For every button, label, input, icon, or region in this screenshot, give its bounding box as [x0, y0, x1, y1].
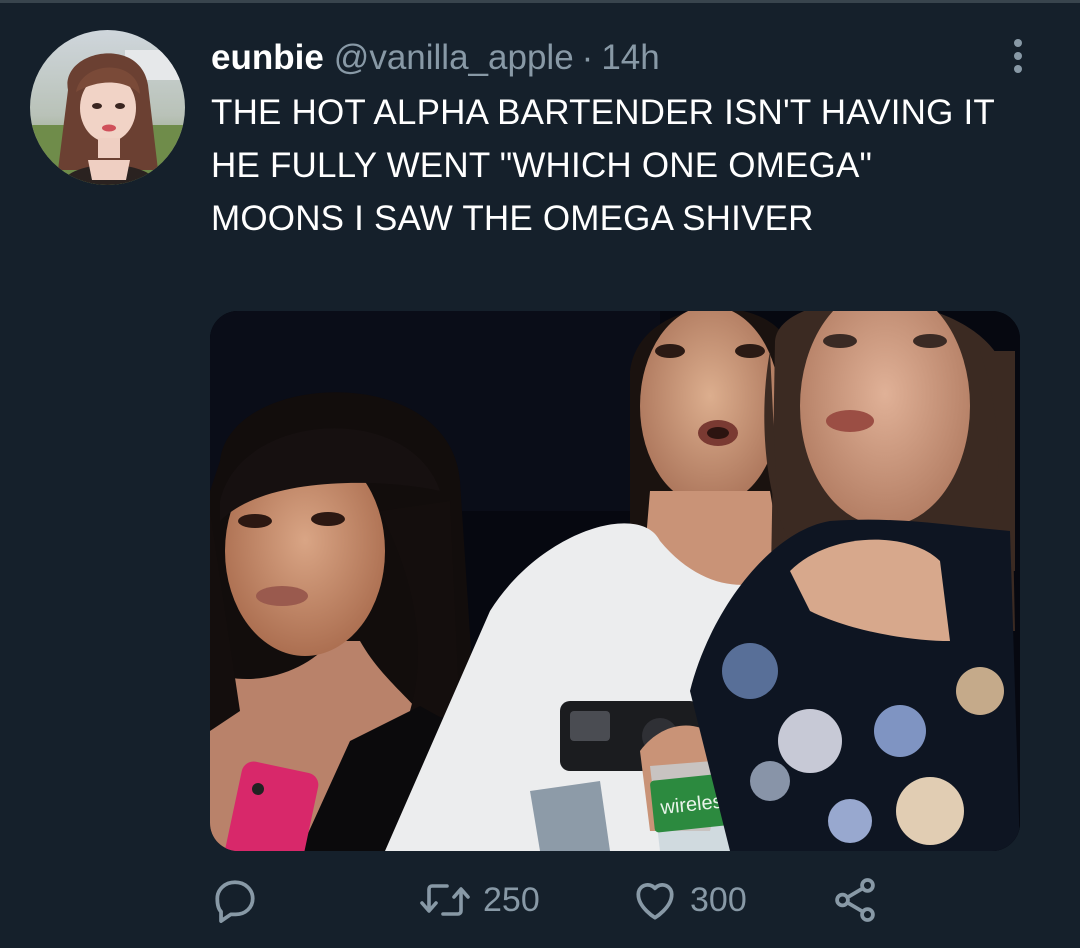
tweet-header: eunbie @vanilla_apple · 14h: [211, 36, 660, 80]
more-vertical-icon-dot: [1014, 52, 1022, 60]
like-button[interactable]: 300: [630, 872, 747, 928]
more-vertical-icon: [1014, 39, 1022, 47]
reply-button[interactable]: [210, 872, 260, 928]
share-icon: [835, 878, 875, 922]
retweet-count: 250: [483, 880, 540, 919]
avatar-image: [30, 30, 185, 185]
retweet-icon: [420, 884, 470, 916]
share-button[interactable]: [830, 872, 880, 928]
tweet[interactable]: eunbie @vanilla_apple · 14h THE HOT ALPH…: [0, 0, 1080, 948]
user-handle[interactable]: @vanilla_apple: [334, 36, 574, 80]
timestamp[interactable]: 14h: [601, 36, 659, 80]
reply-icon: [215, 880, 255, 923]
retweet-button[interactable]: 250: [417, 872, 540, 928]
header-separator: ·: [581, 38, 594, 77]
like-count: 300: [690, 880, 747, 919]
tweet-photo[interactable]: wireless: [210, 311, 1020, 851]
more-options-button[interactable]: [998, 36, 1038, 76]
tweet-action-bar: 250 300: [210, 872, 910, 928]
display-name[interactable]: eunbie: [211, 36, 324, 80]
heart-icon: [636, 883, 674, 920]
more-vertical-icon-dot: [1014, 65, 1022, 73]
photo-image: wireless: [210, 311, 1020, 851]
tweet-text: THE HOT ALPHA BARTENDER ISN'T HAVING IT …: [211, 93, 995, 238]
avatar[interactable]: [30, 30, 185, 185]
